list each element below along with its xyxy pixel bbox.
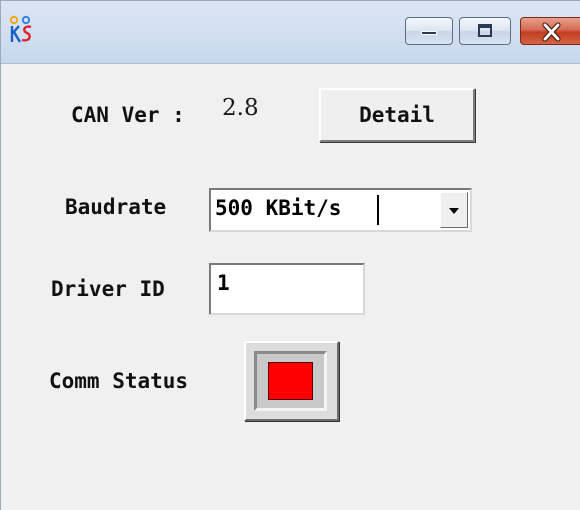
app-window: CAN Ver : 2.8 Detail Baudrate 500 KBit/s…	[0, 0, 580, 510]
baudrate-select[interactable]: 500 KBit/s	[209, 188, 472, 232]
driver-id-label: Driver ID	[51, 277, 165, 301]
baudrate-dropdown-button[interactable]	[440, 192, 468, 228]
title-bar[interactable]	[1, 1, 580, 64]
comm-status-well	[254, 351, 327, 411]
can-version-value: 2.8	[222, 95, 259, 121]
text-caret	[377, 195, 379, 225]
minimize-button[interactable]	[405, 17, 453, 45]
can-version-label: CAN Ver :	[71, 103, 185, 127]
maximize-button[interactable]	[459, 17, 511, 45]
detail-button[interactable]: Detail	[319, 88, 475, 142]
comm-status-label: Comm Status	[49, 369, 189, 393]
baudrate-selected-value: 500 KBit/s	[215, 196, 342, 220]
chevron-down-icon	[449, 208, 459, 214]
close-icon	[542, 22, 561, 42]
minimize-icon	[421, 31, 437, 35]
driver-id-input[interactable]: 1	[209, 263, 365, 315]
ks-logo-icon	[9, 15, 32, 43]
status-light-icon	[268, 362, 313, 400]
close-button[interactable]	[520, 17, 580, 45]
maximize-icon	[478, 24, 492, 37]
comm-status-indicator[interactable]	[244, 341, 339, 421]
baudrate-label: Baudrate	[65, 195, 167, 219]
driver-id-value: 1	[217, 271, 230, 295]
detail-button-label: Detail	[359, 103, 435, 127]
